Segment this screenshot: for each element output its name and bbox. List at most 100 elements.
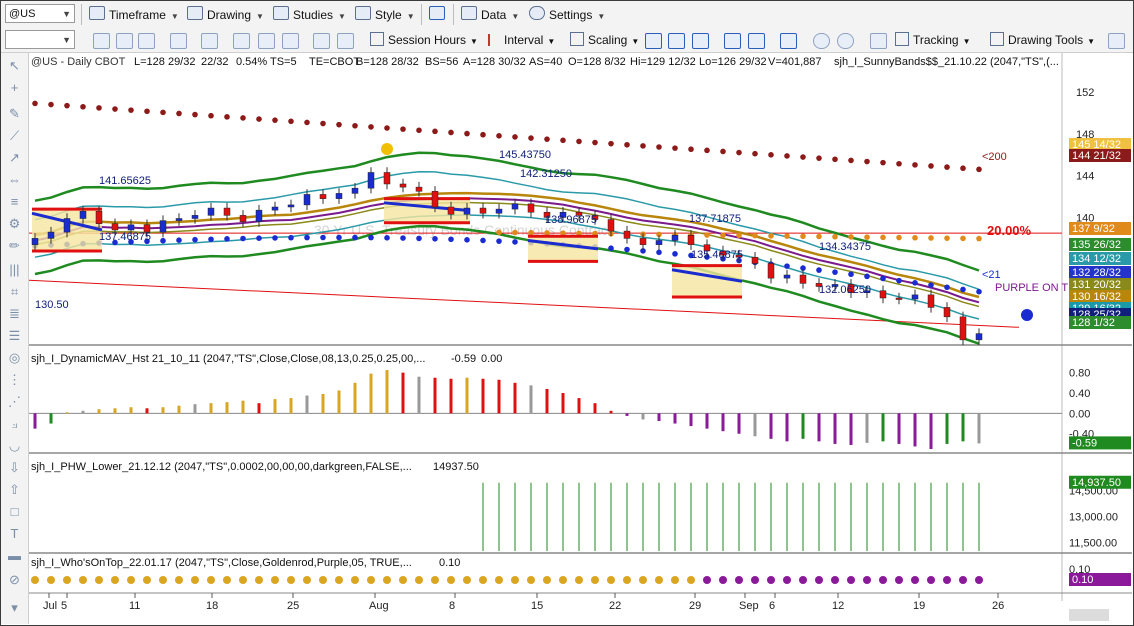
table-icon[interactable] bbox=[337, 33, 354, 49]
line-chart-icon[interactable] bbox=[692, 33, 709, 49]
channel-icon[interactable]: ⇔ bbox=[7, 173, 22, 187]
scroll-down-icon[interactable]: ▾ bbox=[7, 601, 22, 615]
drawing-button[interactable]: Drawing ▼ bbox=[187, 5, 264, 25]
ma21-dot bbox=[272, 235, 278, 241]
ma200-dot bbox=[848, 157, 854, 164]
ma21-dot bbox=[944, 284, 950, 291]
fib-icon[interactable]: ⚙ bbox=[7, 217, 22, 231]
wot-dot bbox=[911, 576, 919, 584]
settings-button[interactable]: Settings ▼ bbox=[529, 5, 605, 25]
timeframe-button[interactable]: Timeframe ▼ bbox=[89, 5, 179, 25]
candle-body bbox=[47, 231, 55, 239]
fib-extension-icon[interactable]: ⋰ bbox=[7, 395, 22, 409]
cursor-icon[interactable] bbox=[233, 33, 250, 49]
style-button[interactable]: Style ▼ bbox=[355, 5, 415, 25]
candle-chart-icon[interactable] bbox=[668, 33, 685, 49]
orange-dot bbox=[496, 229, 502, 236]
andrews-icon[interactable]: ⟓ bbox=[7, 417, 22, 431]
histogram-bar bbox=[289, 398, 293, 414]
trendline-icon[interactable]: ⟋ bbox=[7, 129, 22, 143]
vline-icon[interactable]: ||| bbox=[7, 263, 22, 277]
ma200-dot bbox=[336, 121, 342, 128]
zoom-out-icon[interactable] bbox=[837, 33, 854, 49]
volume-icon[interactable] bbox=[780, 33, 797, 49]
wot-dot bbox=[383, 576, 391, 584]
candle-body bbox=[399, 183, 407, 188]
rectangle-icon[interactable]: □ bbox=[7, 505, 22, 519]
interval-button[interactable]: Interval ▼ bbox=[488, 30, 555, 50]
cycle-icon[interactable]: ◎ bbox=[7, 351, 22, 365]
chart-canvas[interactable]: @US - Daily CBOT L=128 29/32 22/32 0.54%… bbox=[29, 53, 1132, 624]
ma200-dot bbox=[288, 118, 294, 125]
arc-icon[interactable]: ◡ bbox=[7, 439, 22, 453]
wrench-icon[interactable]: ✎ bbox=[7, 107, 22, 121]
refresh-all-icon[interactable] bbox=[116, 33, 133, 49]
high-value: Hi=129 12/32 bbox=[630, 56, 696, 68]
histogram-bar bbox=[145, 408, 149, 414]
levels-icon[interactable]: ⋮ bbox=[7, 373, 22, 387]
highlight-icon[interactable]: ▬ bbox=[7, 549, 22, 563]
orange-dot bbox=[512, 229, 518, 236]
grid-icon[interactable] bbox=[138, 33, 155, 49]
ma200-dot bbox=[480, 131, 486, 138]
change-value: 22/32 bbox=[201, 56, 229, 68]
wot-dot bbox=[431, 576, 439, 584]
gear-icon[interactable] bbox=[313, 33, 330, 49]
lines-icon[interactable]: ☰ bbox=[7, 329, 22, 343]
pointer-icon[interactable]: ↖ bbox=[7, 59, 22, 73]
interval-label: Interval bbox=[504, 33, 544, 47]
data-icon bbox=[461, 6, 477, 20]
ma200-dot bbox=[352, 122, 358, 129]
candle-body bbox=[911, 294, 919, 300]
ma21-dot bbox=[624, 246, 630, 253]
curve-icon[interactable] bbox=[258, 33, 275, 49]
speed-lines-icon[interactable]: ⌗ bbox=[7, 285, 22, 299]
mav-tick-label: 0.00 bbox=[1069, 408, 1090, 420]
tracking-button[interactable]: Tracking ▼ bbox=[895, 30, 971, 50]
x-tick-label: Sep bbox=[739, 600, 759, 612]
bar-chart-icon[interactable] bbox=[645, 33, 662, 49]
chevron-down-icon[interactable]: ▼ bbox=[62, 31, 71, 50]
gann-icon[interactable]: ≣ bbox=[7, 307, 22, 321]
scaling-button[interactable]: Scaling ▼ bbox=[570, 30, 639, 50]
arrow-up-icon[interactable]: ⇧ bbox=[7, 483, 22, 497]
calendar-icon[interactable] bbox=[170, 33, 187, 49]
symbol-input[interactable]: @US ▼ bbox=[5, 4, 75, 23]
crosshair-icon[interactable]: + bbox=[7, 81, 22, 95]
speedometer-icon[interactable] bbox=[201, 33, 218, 49]
session-hours-button[interactable]: Session Hours ▼ bbox=[370, 30, 478, 50]
chevron-down-icon[interactable]: ▼ bbox=[62, 5, 71, 24]
studies-button[interactable]: Studies ▼ bbox=[273, 5, 346, 25]
orange-dot bbox=[848, 234, 854, 240]
zoom-bars-icon[interactable] bbox=[724, 33, 741, 49]
data-button[interactable]: Data ▼ bbox=[461, 5, 519, 25]
price-tag-label: 128 1/32 bbox=[1072, 317, 1115, 329]
candle-body bbox=[943, 307, 951, 318]
histogram-bar bbox=[49, 413, 53, 424]
refresh-icon[interactable] bbox=[93, 33, 110, 49]
eraser-icon[interactable]: ⊘ bbox=[7, 573, 22, 587]
candle-body bbox=[511, 203, 519, 210]
panel-toggle-icon[interactable] bbox=[1108, 33, 1125, 49]
wot-dot bbox=[719, 576, 727, 584]
zoom-in-icon[interactable] bbox=[813, 33, 830, 49]
drawing-tools-button[interactable]: Drawing Tools ▼ bbox=[990, 30, 1095, 50]
ma200-dot bbox=[304, 119, 310, 126]
zoom-bars-2-icon[interactable] bbox=[748, 33, 765, 49]
ray-icon[interactable]: ↗ bbox=[7, 151, 22, 165]
interval-input[interactable]: ▼ bbox=[5, 30, 75, 49]
text-icon[interactable]: T bbox=[7, 527, 22, 541]
hline-icon[interactable]: ≡ bbox=[7, 195, 22, 209]
pen-icon[interactable]: ✏ bbox=[7, 239, 22, 253]
scroll-thumb[interactable] bbox=[1069, 609, 1109, 621]
histogram-bar bbox=[721, 413, 725, 432]
wot-dot bbox=[623, 576, 631, 584]
crosshair-icon[interactable] bbox=[870, 33, 887, 49]
ma200-dot bbox=[768, 152, 774, 158]
bar-icon[interactable] bbox=[282, 33, 299, 49]
ma21-label: <21 bbox=[982, 269, 1001, 281]
layout-button[interactable] bbox=[429, 5, 449, 25]
wot-dot bbox=[607, 576, 615, 584]
arrow-down-icon[interactable]: ⇩ bbox=[7, 461, 22, 475]
annotation-price: 135.46875 bbox=[691, 249, 743, 261]
